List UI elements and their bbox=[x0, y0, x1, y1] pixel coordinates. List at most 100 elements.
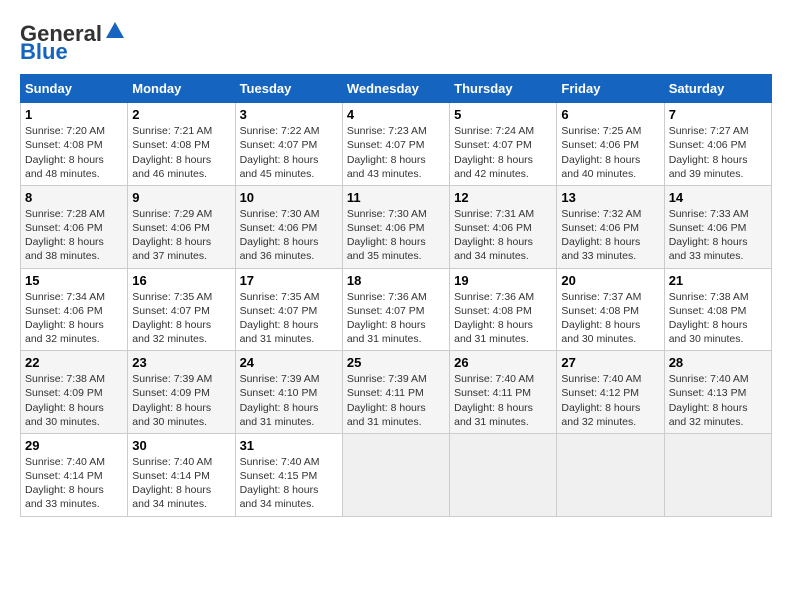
day-info: Sunrise: 7:40 AMSunset: 4:11 PMDaylight:… bbox=[454, 373, 534, 428]
day-number: 15 bbox=[25, 273, 123, 288]
day-info: Sunrise: 7:39 AMSunset: 4:09 PMDaylight:… bbox=[132, 373, 212, 428]
calendar-cell: 17 Sunrise: 7:35 AMSunset: 4:07 PMDaylig… bbox=[235, 268, 342, 351]
calendar-cell: 26 Sunrise: 7:40 AMSunset: 4:11 PMDaylig… bbox=[450, 351, 557, 434]
calendar-cell: 5 Sunrise: 7:24 AMSunset: 4:07 PMDayligh… bbox=[450, 103, 557, 186]
day-info: Sunrise: 7:25 AMSunset: 4:06 PMDaylight:… bbox=[561, 125, 641, 180]
day-info: Sunrise: 7:40 AMSunset: 4:13 PMDaylight:… bbox=[669, 373, 749, 428]
day-info: Sunrise: 7:27 AMSunset: 4:06 PMDaylight:… bbox=[669, 125, 749, 180]
calendar-cell bbox=[664, 433, 771, 516]
day-info: Sunrise: 7:30 AMSunset: 4:06 PMDaylight:… bbox=[240, 208, 320, 263]
calendar-cell: 25 Sunrise: 7:39 AMSunset: 4:11 PMDaylig… bbox=[342, 351, 449, 434]
calendar-week-row: 8 Sunrise: 7:28 AMSunset: 4:06 PMDayligh… bbox=[21, 185, 772, 268]
day-info: Sunrise: 7:24 AMSunset: 4:07 PMDaylight:… bbox=[454, 125, 534, 180]
day-number: 5 bbox=[454, 107, 552, 122]
day-info: Sunrise: 7:40 AMSunset: 4:14 PMDaylight:… bbox=[132, 456, 212, 511]
calendar-week-row: 15 Sunrise: 7:34 AMSunset: 4:06 PMDaylig… bbox=[21, 268, 772, 351]
calendar-cell bbox=[342, 433, 449, 516]
day-info: Sunrise: 7:28 AMSunset: 4:06 PMDaylight:… bbox=[25, 208, 105, 263]
calendar-cell: 9 Sunrise: 7:29 AMSunset: 4:06 PMDayligh… bbox=[128, 185, 235, 268]
calendar-cell: 23 Sunrise: 7:39 AMSunset: 4:09 PMDaylig… bbox=[128, 351, 235, 434]
calendar-cell: 11 Sunrise: 7:30 AMSunset: 4:06 PMDaylig… bbox=[342, 185, 449, 268]
day-number: 28 bbox=[669, 355, 767, 370]
day-number: 24 bbox=[240, 355, 338, 370]
day-info: Sunrise: 7:35 AMSunset: 4:07 PMDaylight:… bbox=[132, 291, 212, 346]
day-of-week-header: Sunday bbox=[21, 75, 128, 103]
calendar-cell: 28 Sunrise: 7:40 AMSunset: 4:13 PMDaylig… bbox=[664, 351, 771, 434]
day-info: Sunrise: 7:38 AMSunset: 4:09 PMDaylight:… bbox=[25, 373, 105, 428]
day-number: 3 bbox=[240, 107, 338, 122]
calendar-week-row: 29 Sunrise: 7:40 AMSunset: 4:14 PMDaylig… bbox=[21, 433, 772, 516]
day-number: 25 bbox=[347, 355, 445, 370]
logo: General Blue bbox=[20, 20, 126, 64]
day-info: Sunrise: 7:22 AMSunset: 4:07 PMDaylight:… bbox=[240, 125, 320, 180]
day-number: 20 bbox=[561, 273, 659, 288]
day-number: 8 bbox=[25, 190, 123, 205]
day-info: Sunrise: 7:40 AMSunset: 4:14 PMDaylight:… bbox=[25, 456, 105, 511]
calendar-cell: 1 Sunrise: 7:20 AMSunset: 4:08 PMDayligh… bbox=[21, 103, 128, 186]
calendar-cell: 21 Sunrise: 7:38 AMSunset: 4:08 PMDaylig… bbox=[664, 268, 771, 351]
day-number: 29 bbox=[25, 438, 123, 453]
day-info: Sunrise: 7:36 AMSunset: 4:07 PMDaylight:… bbox=[347, 291, 427, 346]
calendar-cell: 8 Sunrise: 7:28 AMSunset: 4:06 PMDayligh… bbox=[21, 185, 128, 268]
day-of-week-header: Wednesday bbox=[342, 75, 449, 103]
day-number: 23 bbox=[132, 355, 230, 370]
calendar-cell: 14 Sunrise: 7:33 AMSunset: 4:06 PMDaylig… bbox=[664, 185, 771, 268]
day-number: 4 bbox=[347, 107, 445, 122]
day-number: 6 bbox=[561, 107, 659, 122]
day-number: 18 bbox=[347, 273, 445, 288]
calendar-cell: 29 Sunrise: 7:40 AMSunset: 4:14 PMDaylig… bbox=[21, 433, 128, 516]
day-number: 7 bbox=[669, 107, 767, 122]
day-number: 30 bbox=[132, 438, 230, 453]
day-info: Sunrise: 7:31 AMSunset: 4:06 PMDaylight:… bbox=[454, 208, 534, 263]
day-info: Sunrise: 7:33 AMSunset: 4:06 PMDaylight:… bbox=[669, 208, 749, 263]
calendar-cell: 24 Sunrise: 7:39 AMSunset: 4:10 PMDaylig… bbox=[235, 351, 342, 434]
day-number: 19 bbox=[454, 273, 552, 288]
calendar-cell: 31 Sunrise: 7:40 AMSunset: 4:15 PMDaylig… bbox=[235, 433, 342, 516]
day-of-week-header: Saturday bbox=[664, 75, 771, 103]
day-number: 10 bbox=[240, 190, 338, 205]
day-number: 2 bbox=[132, 107, 230, 122]
day-number: 21 bbox=[669, 273, 767, 288]
day-info: Sunrise: 7:32 AMSunset: 4:06 PMDaylight:… bbox=[561, 208, 641, 263]
calendar-body: 1 Sunrise: 7:20 AMSunset: 4:08 PMDayligh… bbox=[21, 103, 772, 516]
calendar-cell: 16 Sunrise: 7:35 AMSunset: 4:07 PMDaylig… bbox=[128, 268, 235, 351]
calendar-cell: 19 Sunrise: 7:36 AMSunset: 4:08 PMDaylig… bbox=[450, 268, 557, 351]
day-number: 1 bbox=[25, 107, 123, 122]
calendar-cell: 13 Sunrise: 7:32 AMSunset: 4:06 PMDaylig… bbox=[557, 185, 664, 268]
calendar-cell: 6 Sunrise: 7:25 AMSunset: 4:06 PMDayligh… bbox=[557, 103, 664, 186]
calendar-cell: 18 Sunrise: 7:36 AMSunset: 4:07 PMDaylig… bbox=[342, 268, 449, 351]
day-info: Sunrise: 7:21 AMSunset: 4:08 PMDaylight:… bbox=[132, 125, 212, 180]
day-info: Sunrise: 7:36 AMSunset: 4:08 PMDaylight:… bbox=[454, 291, 534, 346]
day-number: 26 bbox=[454, 355, 552, 370]
day-info: Sunrise: 7:30 AMSunset: 4:06 PMDaylight:… bbox=[347, 208, 427, 263]
day-number: 27 bbox=[561, 355, 659, 370]
day-info: Sunrise: 7:23 AMSunset: 4:07 PMDaylight:… bbox=[347, 125, 427, 180]
calendar-table: SundayMondayTuesdayWednesdayThursdayFrid… bbox=[20, 74, 772, 516]
calendar-cell: 30 Sunrise: 7:40 AMSunset: 4:14 PMDaylig… bbox=[128, 433, 235, 516]
calendar-cell: 3 Sunrise: 7:22 AMSunset: 4:07 PMDayligh… bbox=[235, 103, 342, 186]
calendar-week-row: 22 Sunrise: 7:38 AMSunset: 4:09 PMDaylig… bbox=[21, 351, 772, 434]
day-number: 11 bbox=[347, 190, 445, 205]
day-info: Sunrise: 7:40 AMSunset: 4:15 PMDaylight:… bbox=[240, 456, 320, 511]
page-header: General Blue bbox=[20, 20, 772, 64]
calendar-cell: 12 Sunrise: 7:31 AMSunset: 4:06 PMDaylig… bbox=[450, 185, 557, 268]
day-number: 14 bbox=[669, 190, 767, 205]
calendar-cell: 27 Sunrise: 7:40 AMSunset: 4:12 PMDaylig… bbox=[557, 351, 664, 434]
calendar-week-row: 1 Sunrise: 7:20 AMSunset: 4:08 PMDayligh… bbox=[21, 103, 772, 186]
day-number: 16 bbox=[132, 273, 230, 288]
logo-icon bbox=[104, 20, 126, 42]
day-info: Sunrise: 7:40 AMSunset: 4:12 PMDaylight:… bbox=[561, 373, 641, 428]
day-number: 17 bbox=[240, 273, 338, 288]
day-of-week-header: Monday bbox=[128, 75, 235, 103]
calendar-cell: 10 Sunrise: 7:30 AMSunset: 4:06 PMDaylig… bbox=[235, 185, 342, 268]
day-of-week-header: Thursday bbox=[450, 75, 557, 103]
calendar-cell: 7 Sunrise: 7:27 AMSunset: 4:06 PMDayligh… bbox=[664, 103, 771, 186]
day-of-week-header: Tuesday bbox=[235, 75, 342, 103]
calendar-cell: 20 Sunrise: 7:37 AMSunset: 4:08 PMDaylig… bbox=[557, 268, 664, 351]
day-of-week-header: Friday bbox=[557, 75, 664, 103]
day-info: Sunrise: 7:34 AMSunset: 4:06 PMDaylight:… bbox=[25, 291, 105, 346]
day-number: 22 bbox=[25, 355, 123, 370]
day-number: 13 bbox=[561, 190, 659, 205]
day-info: Sunrise: 7:39 AMSunset: 4:10 PMDaylight:… bbox=[240, 373, 320, 428]
calendar-cell: 15 Sunrise: 7:34 AMSunset: 4:06 PMDaylig… bbox=[21, 268, 128, 351]
